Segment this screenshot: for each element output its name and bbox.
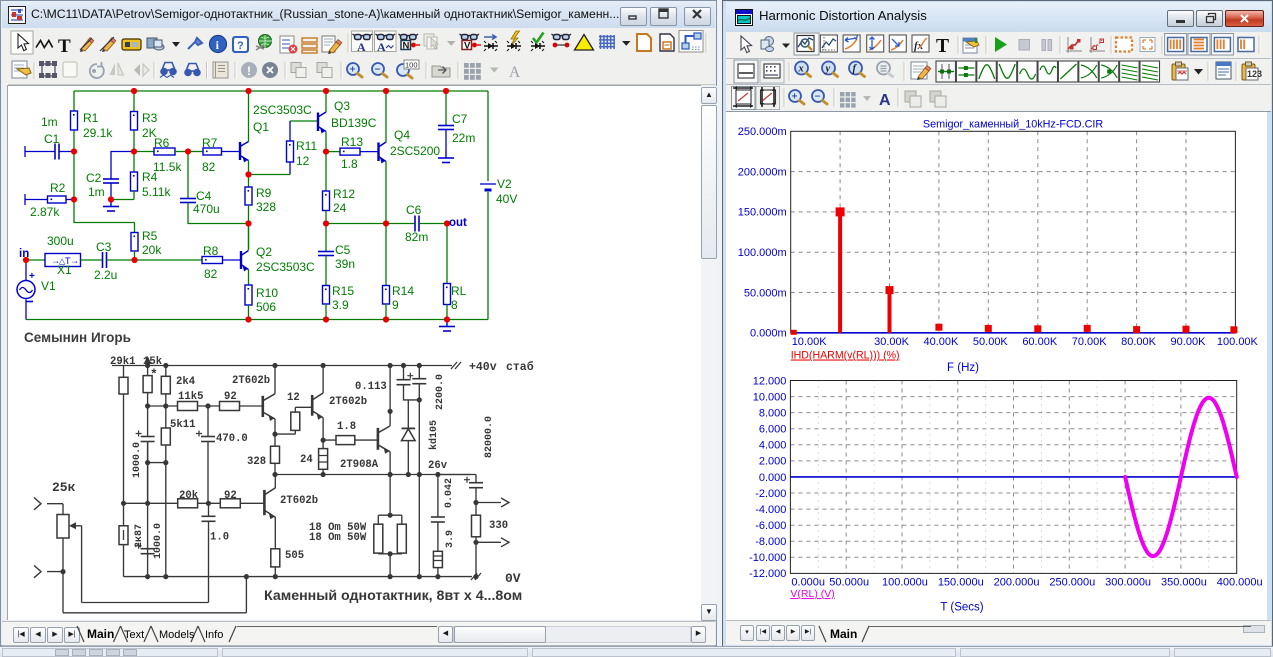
svg-text:Text: Text bbox=[124, 629, 144, 641]
svg-text:Models: Models bbox=[159, 629, 195, 641]
svg-text:Info: Info bbox=[205, 629, 223, 641]
svg-text:Main: Main bbox=[87, 627, 114, 641]
svg-text:Main: Main bbox=[830, 627, 857, 641]
